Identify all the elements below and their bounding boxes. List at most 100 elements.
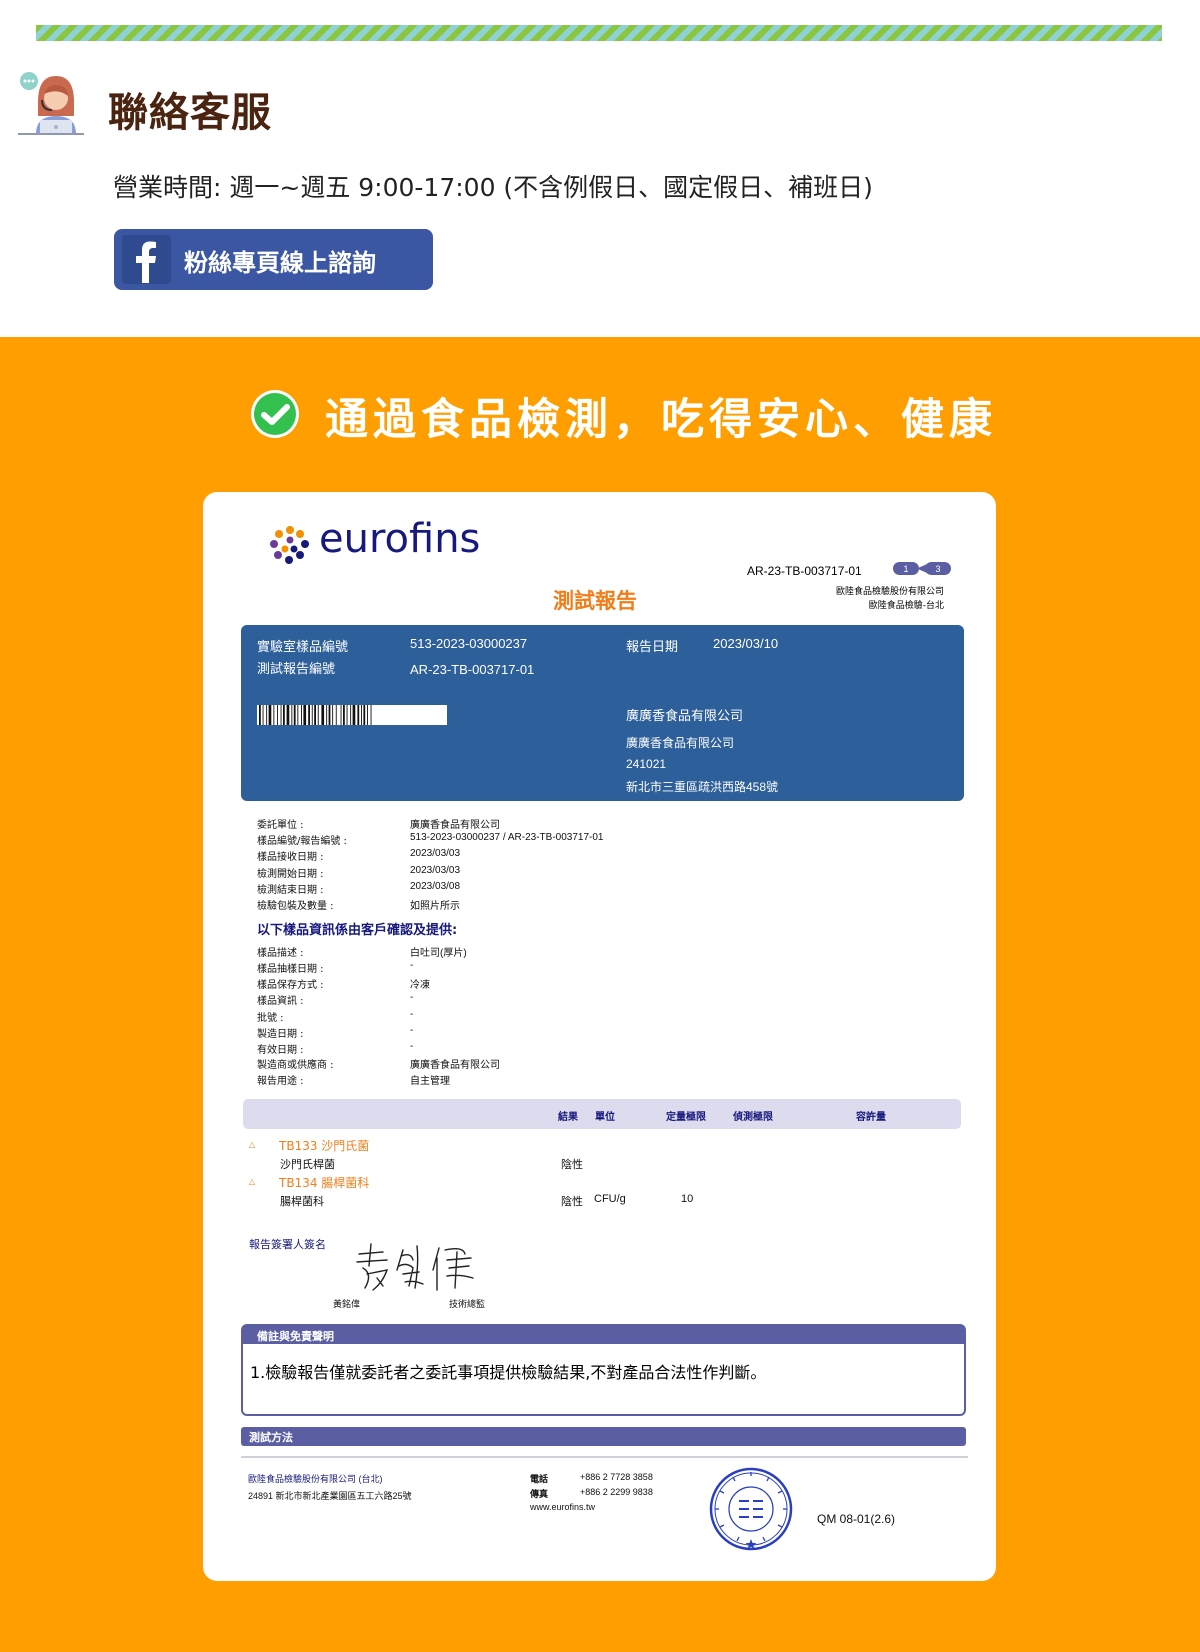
client-info-label: 樣品資訊 : (257, 996, 304, 1007)
test-result: 陰性 (561, 1195, 583, 1208)
lab-company: 歐陸食品檢驗股份有限公司 歐陸食品檢驗-台北 (836, 585, 944, 613)
client-name: 廣廣香食品有限公司 (626, 708, 744, 723)
barcode-bar (350, 705, 352, 725)
test-result: 陰性 (561, 1158, 583, 1171)
client-info-value: 冷凍 (410, 980, 430, 991)
detail-value: 廣廣香食品有限公司 (410, 820, 500, 831)
barcode-bar (317, 705, 319, 725)
detail-label: 委託單位 : (257, 820, 304, 831)
eurofins-wordmark: eurofins (319, 516, 481, 562)
detail-label: 樣品接收日期 : (257, 852, 324, 863)
client-info-label: 樣品保存方式 : (257, 980, 324, 991)
client-info-value: 廣廣香食品有限公司 (410, 1060, 500, 1071)
contact-section: 聯絡客服 營業時間: 週一~週五 9:00-17:00 (不含例假日、國定假日、… (0, 0, 1200, 337)
footer-lab-address: 24891 新北市新北產業園區五工六路25號 (248, 1491, 412, 1501)
handwritten-signature (356, 1243, 474, 1291)
column-result: 結果 (558, 1112, 578, 1123)
barcode-bar (370, 705, 372, 725)
client-info-label: 有效日期 : (257, 1045, 304, 1056)
barcode-bar (259, 705, 261, 725)
barcode-bar (277, 705, 278, 725)
detail-label: 樣品編號/報告編號 : (257, 836, 347, 847)
client-info-label: 樣品描述 : (257, 948, 304, 959)
client-info-value: 白吐司(厚片) (410, 948, 467, 959)
test-methods-title: 測試方法 (249, 1431, 293, 1444)
footer-fax-label: 傳真 (530, 1489, 549, 1499)
report-date: 2023/03/10 (713, 636, 779, 651)
barcode-bar (273, 705, 275, 725)
barcode-bar (283, 705, 285, 725)
certification-section: 通過食品檢測，吃得安心、健康 eurofins AR-23-TB-003717-… (0, 337, 1200, 1652)
signer-role: 技術總監 (449, 1300, 486, 1310)
sample-no: 513-2023-03000237 (410, 636, 528, 651)
footer-fax: +886 2 2299 9838 (580, 1487, 653, 1497)
barcode-bar (340, 705, 342, 725)
report-no: AR-23-TB-003717-01 (410, 662, 535, 677)
column-loq: 定量極限 (666, 1112, 706, 1123)
signer-label: 報告簽署人簽名 (249, 1238, 326, 1251)
lab-seal-stamp (709, 1467, 793, 1551)
form-code: QM 08-01(2.6) (817, 1512, 896, 1526)
test-code: TB133 沙門氏菌 (279, 1139, 370, 1153)
client-info-value: - (410, 992, 414, 1003)
contact-title: 聯絡客服 (108, 90, 272, 136)
barcode-bar (326, 705, 328, 725)
report-no-label: 測試報告編號 (257, 661, 336, 676)
barcode-bar (297, 705, 299, 725)
remarks-header: 備註與免責聲明 (243, 1326, 964, 1344)
client-info-label: 報告用途 : (257, 1076, 304, 1087)
barcode-bar (343, 705, 345, 725)
column-unit: 單位 (595, 1112, 615, 1123)
report-number: AR-23-TB-003717-01 (747, 564, 862, 578)
barcode-bar (301, 705, 302, 725)
barcode-bar (352, 705, 356, 725)
client-info-value: - (410, 1009, 414, 1020)
lab-company-line1: 歐陸食品檢驗股份有限公司 (835, 587, 944, 597)
footer-tel: +886 2 7728 3858 (580, 1472, 653, 1482)
page-current: 1 (903, 564, 908, 574)
test-unit: CFU/g (594, 1193, 626, 1205)
signer-name: 黃銘偉 (333, 1300, 361, 1310)
test-loq: 10 (681, 1193, 694, 1205)
barcode-bar (314, 705, 316, 725)
page-indicator: 1 3 (893, 562, 951, 575)
footer-divider (241, 1456, 968, 1458)
lab-company-line2: 歐陸食品檢驗-台北 (868, 601, 944, 611)
detail-value: 2023/03/08 (410, 881, 461, 892)
facebook-icon (122, 235, 171, 284)
analyte: 腸桿菌科 (280, 1195, 324, 1208)
barcode-bar (280, 705, 282, 725)
facebook-fanpage-button[interactable]: 粉絲專頁線上諮詢 (114, 229, 433, 290)
barcode (257, 705, 447, 725)
test-report: eurofins AR-23-TB-003717-01 1 3 歐陸食品檢驗股份… (203, 492, 996, 1581)
client-address: 新北市三重區疏洪西路458號 (626, 780, 779, 794)
barcode-bar (293, 705, 296, 725)
headline: 通過食品檢測，吃得安心、健康 (325, 395, 997, 445)
barcode-bar (266, 705, 268, 725)
detail-value: 如照片所示 (410, 901, 460, 912)
barcode-bar (335, 705, 337, 725)
footer-tel-label: 電話 (530, 1474, 549, 1484)
results-table-header: 結果 單位 定量極限 偵測極限 容許量 (243, 1099, 961, 1129)
client-info-value: - (410, 960, 414, 971)
client-info-label: 製造日期 : (257, 1029, 304, 1040)
page-total: 3 (935, 564, 940, 574)
barcode-bar (262, 705, 264, 725)
report-info-box: 實驗室樣品編號 513-2023-03000237 測試報告編號 AR-23-T… (241, 625, 964, 801)
test-code: TB134 腸桿菌科 (279, 1176, 370, 1190)
customer-service-agent-icon (18, 72, 84, 135)
remarks-text: 1.檢驗報告僅就委託者之委託事項提供檢驗結果,不對產品合法性作判斷。 (250, 1363, 767, 1382)
barcode-bar (286, 705, 290, 725)
client-info-value: - (410, 1041, 414, 1052)
detail-label: 檢驗包裝及數量 : (257, 901, 334, 912)
footer-website: www.eurofins.tw (530, 1502, 596, 1512)
detail-value: 513-2023-03000237 / AR-23-TB-003717-01 (410, 832, 604, 843)
check-circle-icon (251, 390, 299, 438)
eurofins-logo-icon (270, 526, 309, 564)
accreditation-marker: △ (249, 1177, 256, 1186)
business-hours: 營業時間: 週一~週五 9:00-17:00 (不含例假日、國定假日、補班日) (113, 173, 873, 202)
column-limit: 容許量 (856, 1112, 886, 1123)
report-date-label: 報告日期 (626, 639, 679, 654)
client-info-label: 批號 : (257, 1013, 284, 1024)
footer-lab-name: 歐陸食品檢驗股份有限公司 (台北) (248, 1474, 383, 1484)
